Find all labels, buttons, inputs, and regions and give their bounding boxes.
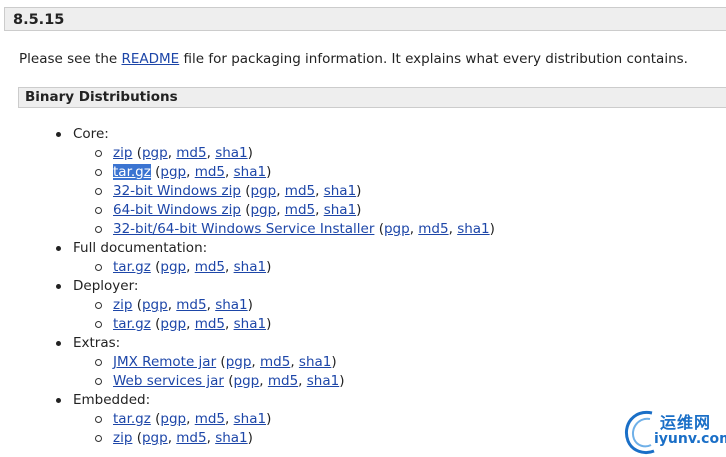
pgp-link[interactable]: pgp — [160, 259, 186, 275]
download-item: Web services jar (pgp, md5, sha1) — [93, 372, 495, 391]
sha1-link[interactable]: sha1 — [307, 373, 339, 389]
group-label: Deployer: — [73, 278, 139, 294]
pgp-link[interactable]: pgp — [142, 145, 168, 161]
download-list: tar.gz (pgp, md5, sha1) — [73, 258, 495, 277]
sha1-link[interactable]: sha1 — [324, 183, 356, 199]
watermark-url: iyunv.com — [654, 431, 726, 447]
download-link[interactable]: 64-bit Windows zip — [113, 202, 241, 218]
download-item: JMX Remote jar (pgp, md5, sha1) — [93, 353, 495, 372]
download-list: zip (pgp, md5, sha1) tar.gz (pgp, md5, sh… — [73, 144, 495, 239]
download-link[interactable]: tar.gz — [113, 259, 151, 275]
group-label: Full documentation: — [73, 240, 208, 256]
pgp-link[interactable]: pgp — [250, 202, 276, 218]
md5-link[interactable]: md5 — [176, 430, 206, 446]
sha1-link[interactable]: sha1 — [457, 221, 489, 237]
watermark-cn: 运维网 — [660, 413, 712, 432]
watermark: 运维网 iyunv.com — [620, 405, 726, 457]
group-label: Extras: — [73, 335, 121, 351]
sha1-link[interactable]: sha1 — [324, 202, 356, 218]
pgp-link[interactable]: pgp — [160, 411, 186, 427]
md5-link[interactable]: md5 — [418, 221, 448, 237]
download-item: zip (pgp, md5, sha1) — [93, 296, 495, 315]
md5-link[interactable]: md5 — [195, 411, 225, 427]
sha1-link[interactable]: sha1 — [234, 164, 266, 180]
intro-suffix: file for packaging information. It expla… — [179, 51, 688, 67]
download-list: tar.gz (pgp, md5, sha1) zip (pgp, md5, sh… — [73, 410, 495, 448]
sha1-link[interactable]: sha1 — [215, 145, 247, 161]
download-item: tar.gz (pgp, md5, sha1) — [93, 258, 495, 277]
download-link[interactable]: zip — [113, 145, 132, 161]
pgp-link[interactable]: pgp — [160, 316, 186, 332]
pgp-link[interactable]: pgp — [160, 164, 186, 180]
readme-link[interactable]: README — [121, 51, 179, 67]
distribution-group: Full documentation: tar.gz (pgp, md5, sha… — [54, 239, 495, 277]
md5-link[interactable]: md5 — [176, 145, 206, 161]
pgp-link[interactable]: pgp — [250, 183, 276, 199]
md5-link[interactable]: md5 — [176, 297, 206, 313]
distribution-list: Core: zip (pgp, md5, sha1) tar.gz (pgp, md… — [54, 125, 495, 448]
md5-link[interactable]: md5 — [195, 259, 225, 275]
sha1-link[interactable]: sha1 — [215, 430, 247, 446]
md5-link[interactable]: md5 — [195, 164, 225, 180]
md5-link[interactable]: md5 — [285, 202, 315, 218]
download-link[interactable]: Web services jar — [113, 373, 224, 389]
md5-link[interactable]: md5 — [195, 316, 225, 332]
pgp-link[interactable]: pgp — [384, 221, 410, 237]
download-link[interactable]: 32-bit Windows zip — [113, 183, 241, 199]
distribution-group: Core: zip (pgp, md5, sha1) tar.gz (pgp, md… — [54, 125, 495, 239]
download-item: 64-bit Windows zip (pgp, md5, sha1) — [93, 201, 495, 220]
md5-link[interactable]: md5 — [285, 183, 315, 199]
download-item: 32-bit Windows zip (pgp, md5, sha1) — [93, 182, 495, 201]
distribution-group: Deployer: zip (pgp, md5, sha1) tar.gz (pgp… — [54, 277, 495, 334]
download-item: 32-bit/64-bit Windows Service Installer … — [93, 220, 495, 239]
download-link[interactable]: 32-bit/64-bit Windows Service Installer — [113, 221, 374, 237]
download-item: zip (pgp, md5, sha1) — [93, 429, 495, 448]
download-link[interactable]: zip — [113, 430, 132, 446]
group-label: Core: — [73, 126, 109, 142]
sha1-link[interactable]: sha1 — [215, 297, 247, 313]
distribution-group: Embedded: tar.gz (pgp, md5, sha1) zip (pgp… — [54, 391, 495, 448]
download-item: tar.gz (pgp, md5, sha1) — [93, 410, 495, 429]
pgp-link[interactable]: pgp — [142, 430, 168, 446]
download-item: tar.gz (pgp, md5, sha1) — [93, 163, 495, 182]
download-link[interactable]: tar.gz — [113, 164, 151, 180]
md5-link[interactable]: md5 — [260, 354, 290, 370]
version-heading: 8.5.15 — [4, 7, 726, 31]
download-link[interactable]: tar.gz — [113, 316, 151, 332]
sha1-link[interactable]: sha1 — [299, 354, 331, 370]
distribution-group: Extras: JMX Remote jar (pgp, md5, sha1) We… — [54, 334, 495, 391]
download-link[interactable]: JMX Remote jar — [113, 354, 216, 370]
sha1-link[interactable]: sha1 — [234, 259, 266, 275]
intro-paragraph: Please see the README file for packaging… — [19, 49, 688, 69]
download-link[interactable]: tar.gz — [113, 411, 151, 427]
download-item: tar.gz (pgp, md5, sha1) — [93, 315, 495, 334]
intro-prefix: Please see the — [19, 51, 122, 67]
download-list: zip (pgp, md5, sha1) tar.gz (pgp, md5, sh… — [73, 296, 495, 334]
pgp-link[interactable]: pgp — [226, 354, 252, 370]
download-list: JMX Remote jar (pgp, md5, sha1) Web servi… — [73, 353, 495, 391]
download-item: zip (pgp, md5, sha1) — [93, 144, 495, 163]
sha1-link[interactable]: sha1 — [234, 411, 266, 427]
binary-distributions-heading: Binary Distributions — [18, 87, 726, 108]
download-link[interactable]: zip — [113, 297, 132, 313]
group-label: Embedded: — [73, 392, 151, 408]
md5-link[interactable]: md5 — [268, 373, 298, 389]
sha1-link[interactable]: sha1 — [234, 316, 266, 332]
pgp-link[interactable]: pgp — [142, 297, 168, 313]
pgp-link[interactable]: pgp — [234, 373, 260, 389]
